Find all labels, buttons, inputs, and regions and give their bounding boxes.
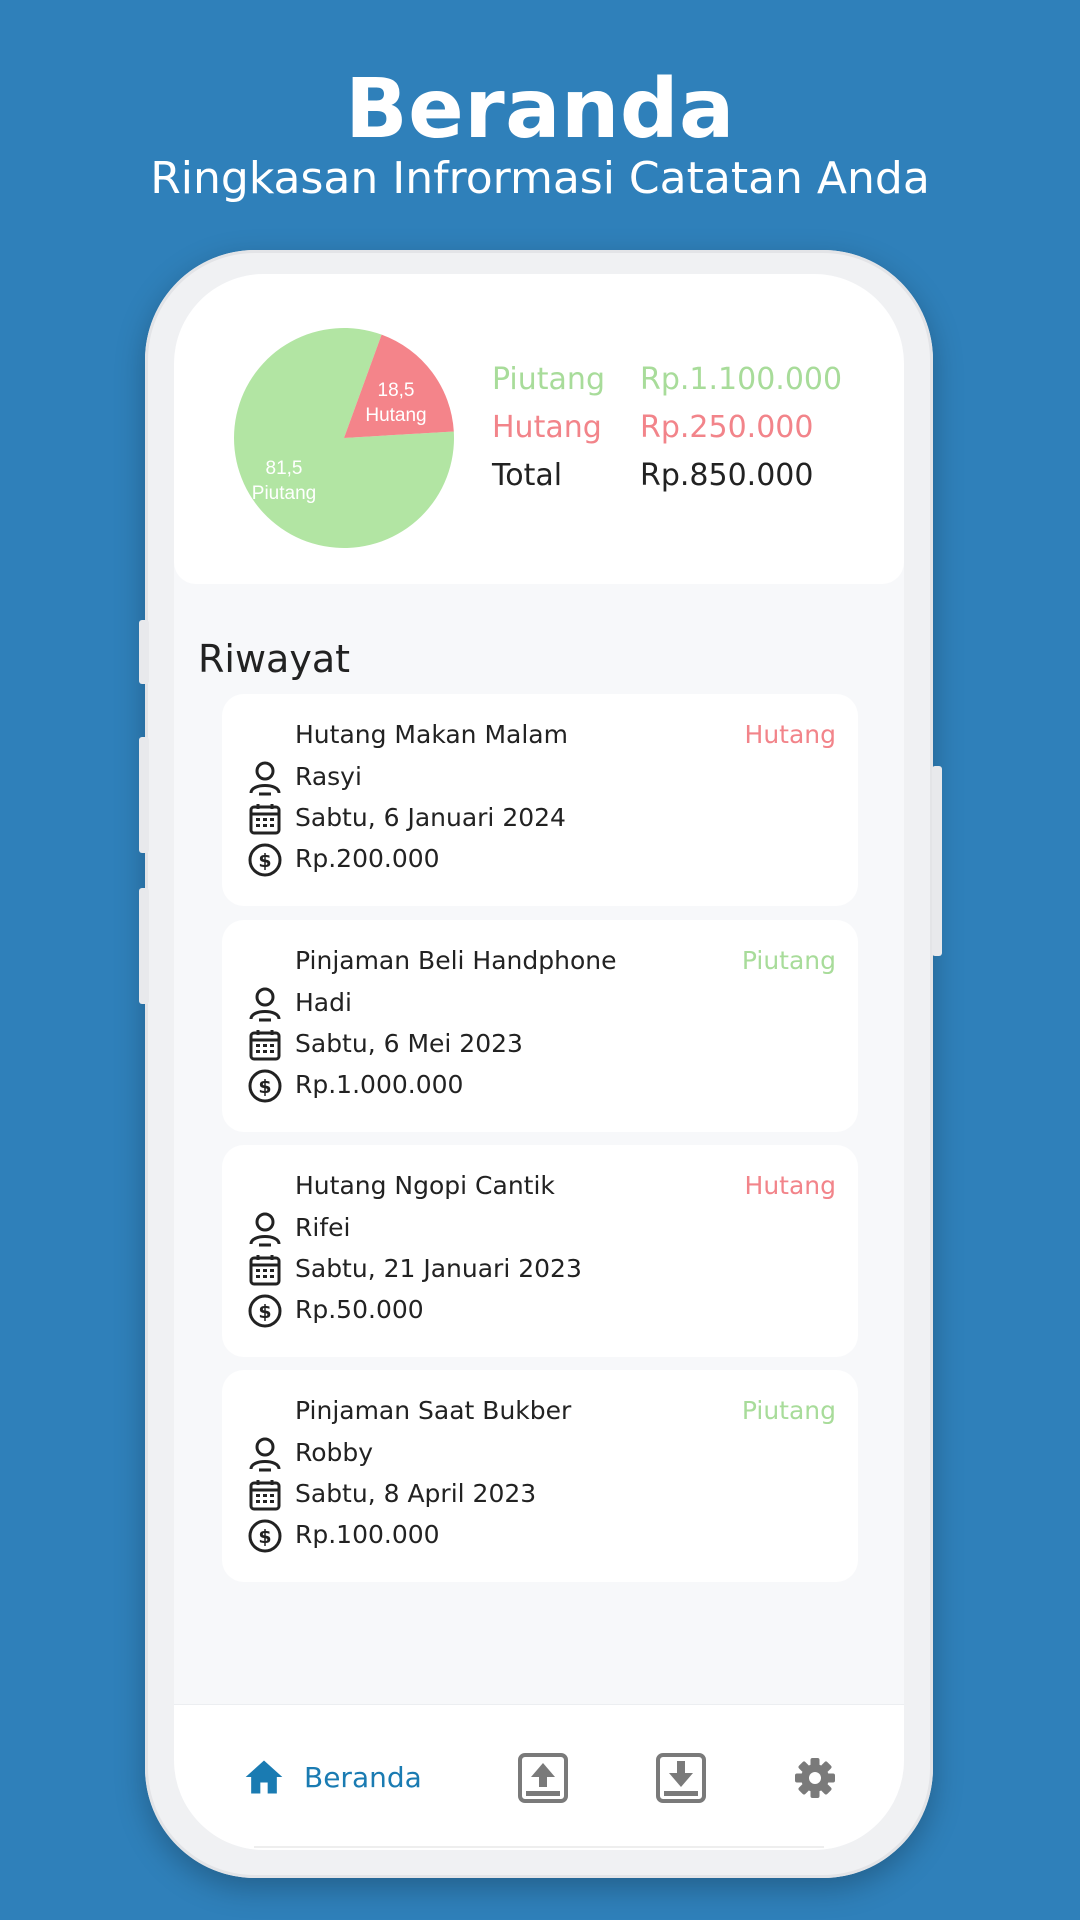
history-person: Robby	[295, 1438, 374, 1467]
history-title-text: Hutang Ngopi Cantik	[295, 1171, 555, 1200]
svg-text:$: $	[258, 850, 271, 872]
legend-value: Rp.1.100.000	[640, 362, 843, 397]
page-subtitle: Ringkasan Infrormasi Catatan Anda	[150, 153, 930, 204]
dollar-coin-icon: $	[247, 1293, 283, 1329]
history-title-text: Hutang Makan Malam	[295, 720, 568, 749]
history-amount: Rp.200.000	[295, 844, 440, 873]
pie-chart: 18,5 Hutang 81,5 Piutang	[232, 326, 456, 550]
dollar-coin-icon: $	[247, 1068, 283, 1104]
nav-settings-button[interactable]	[788, 1751, 842, 1805]
history-card[interactable]: Hutang Makan Malam Hutang Rasyi Sabtu, 6 Ja…	[222, 694, 858, 906]
legend-value: Rp.250.000	[640, 410, 814, 445]
history-date: Sabtu, 21 Januari 2023	[295, 1254, 582, 1283]
calendar-icon	[247, 1252, 283, 1288]
history-type-badge: Piutang	[741, 946, 836, 975]
history-amount: Rp.1.000.000	[295, 1070, 464, 1099]
history-title: Riwayat	[198, 637, 350, 681]
history-card[interactable]: Pinjaman Beli Handphone Piutang Hadi Sabtu,…	[222, 920, 858, 1132]
history-person: Hadi	[295, 988, 352, 1017]
history-date: Sabtu, 8 April 2023	[295, 1479, 537, 1508]
download-icon	[656, 1753, 706, 1803]
bottom-nav: Beranda	[174, 1704, 904, 1850]
person-icon	[247, 1211, 283, 1247]
summary-card: 18,5 Hutang 81,5 Piutang Piutang Rp.1.10…	[174, 274, 904, 584]
calendar-icon	[247, 801, 283, 837]
history-title-text: Pinjaman Saat Bukber	[295, 1396, 572, 1425]
phone-power-button	[932, 766, 942, 956]
history-amount: Rp.50.000	[295, 1295, 424, 1324]
legend-value: Rp.850.000	[640, 458, 814, 493]
pie-label-hutang: 18,5 Hutang	[365, 380, 427, 426]
nav-download-button[interactable]	[654, 1751, 708, 1805]
page-title: Beranda	[345, 62, 735, 157]
svg-text:$: $	[258, 1301, 271, 1323]
phone-side-button	[139, 737, 149, 853]
calendar-icon	[247, 1477, 283, 1513]
history-card[interactable]: Hutang Ngopi Cantik Hutang Rifei Sabtu, 21 …	[222, 1145, 858, 1357]
gear-icon	[795, 1758, 835, 1798]
history-amount: Rp.100.000	[295, 1520, 440, 1549]
nav-home-label: Beranda	[304, 1761, 422, 1794]
dollar-coin-icon: $	[247, 842, 283, 878]
pie-label-piutang: 81,5 Piutang	[251, 458, 317, 504]
svg-text:$: $	[258, 1526, 271, 1548]
nav-upload-button[interactable]	[516, 1751, 570, 1805]
person-icon	[247, 760, 283, 796]
person-icon	[247, 1436, 283, 1472]
home-indicator	[254, 1846, 824, 1848]
history-type-badge: Piutang	[741, 1396, 836, 1425]
legend-label: Hutang	[492, 410, 602, 445]
upload-icon	[518, 1753, 568, 1803]
person-icon	[247, 986, 283, 1022]
phone-side-button	[139, 620, 149, 684]
legend-label: Piutang	[492, 362, 605, 397]
history-title-text: Pinjaman Beli Handphone	[295, 946, 617, 975]
history-type-badge: Hutang	[744, 720, 836, 749]
history-date: Sabtu, 6 Januari 2024	[295, 803, 566, 832]
dollar-coin-icon: $	[247, 1518, 283, 1554]
home-icon	[245, 1760, 283, 1794]
history-card[interactable]: Pinjaman Saat Bukber Piutang Robby Sabtu, 8…	[222, 1370, 858, 1582]
app-screen: 18,5 Hutang 81,5 Piutang Piutang Rp.1.10…	[174, 274, 904, 1850]
history-person: Rifei	[295, 1213, 351, 1242]
legend-label: Total	[492, 458, 563, 493]
history-person: Rasyi	[295, 762, 362, 791]
calendar-icon	[247, 1027, 283, 1063]
history-date: Sabtu, 6 Mei 2023	[295, 1029, 523, 1058]
phone-side-button	[139, 888, 149, 1004]
history-type-badge: Hutang	[744, 1171, 836, 1200]
svg-text:$: $	[258, 1076, 271, 1098]
